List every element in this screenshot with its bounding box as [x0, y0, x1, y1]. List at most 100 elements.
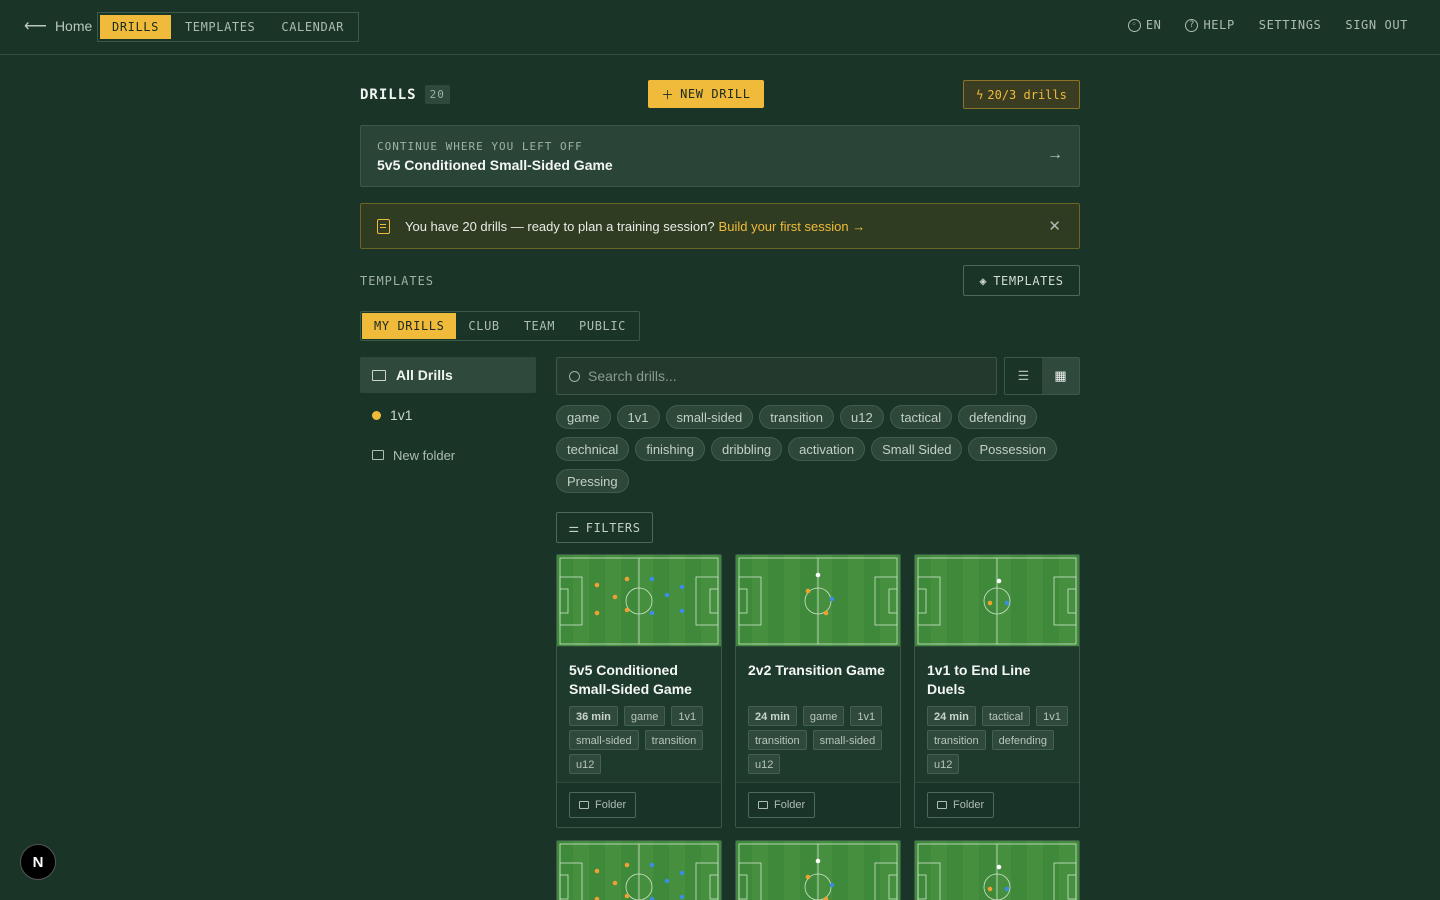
language-button[interactable]: ◦ EN: [1127, 18, 1162, 32]
filters-label: FILTERS: [585, 520, 641, 535]
drill-card[interactable]: 1v1 to End Line Duels 24 min tactical 1v1 tr…: [914, 554, 1080, 828]
drill-card[interactable]: [556, 840, 722, 900]
drill-card-tags: 24 min tactical 1v1 transition defending u12: [927, 706, 1072, 774]
continue-title: 5v5 Conditioned Small-Sided Game: [377, 157, 613, 173]
grid-view-icon[interactable]: ▦: [1042, 358, 1079, 394]
filters-button[interactable]: ⚌ FILTERS: [556, 512, 653, 543]
move-to-folder-button[interactable]: Folder: [569, 792, 637, 818]
tag-filter-chip[interactable]: dribbling: [711, 437, 783, 461]
tag-filter-chip[interactable]: transition: [759, 405, 834, 429]
next-logo-icon[interactable]: N: [20, 844, 56, 880]
main-tabs: DRILLS TEMPLATES CALENDAR: [97, 12, 359, 42]
tag-chip: tactical: [981, 706, 1031, 726]
plus-icon: ＋: [661, 87, 675, 102]
tag-chip: small-sided: [812, 730, 883, 750]
tag-filter-chip[interactable]: Pressing: [556, 469, 629, 493]
tag-chip: game: [802, 706, 845, 726]
sign-out-link[interactable]: SIGN OUT: [1345, 18, 1408, 32]
tag-filter-chip[interactable]: Small Sided: [871, 437, 963, 461]
tag-chip: u12: [927, 754, 960, 774]
drill-diagram-thumbnail: [915, 555, 1079, 647]
new-folder-button[interactable]: New folder: [360, 435, 536, 475]
sliders-icon: ⚌: [568, 520, 580, 535]
list-view-icon[interactable]: ☰: [1005, 358, 1042, 394]
move-to-folder-button[interactable]: Folder: [748, 792, 816, 818]
folder-sidebar: All Drills 1v1 New folder: [360, 357, 536, 475]
new-folder-label: New folder: [393, 447, 456, 463]
move-to-folder-button[interactable]: Folder: [927, 792, 995, 818]
page-title-text: DRILLS: [360, 86, 417, 103]
top-right-menu: ◦ EN ? HELP SETTINGS SIGN OUT: [1127, 18, 1408, 32]
templates-row: TEMPLATES ◈ TEMPLATES: [360, 265, 1080, 296]
drill-card[interactable]: [735, 840, 901, 900]
folder-icon: [579, 801, 589, 809]
drill-count-badge: 20: [424, 85, 450, 104]
help-button[interactable]: ? HELP: [1185, 18, 1234, 32]
scope-tabs: MY DRILLS CLUB TEAM PUBLIC: [360, 311, 640, 341]
drill-diagram-thumbnail: [736, 555, 900, 647]
drill-card[interactable]: 5v5 Conditioned Small-Sided Game 36 min ga…: [556, 554, 722, 828]
language-label: EN: [1145, 18, 1162, 32]
tag-filter-chip[interactable]: Possession: [968, 437, 1057, 461]
tag-chip: game: [623, 706, 666, 726]
drill-card-title: 1v1 to End Line Duels: [927, 662, 1031, 697]
tag-filter-chip[interactable]: finishing: [635, 437, 706, 461]
drill-card-title: 5v5 Conditioned Small-Sided Game: [569, 662, 692, 697]
drill-card-footer: Folder: [915, 782, 1079, 827]
folder-color-dot: [372, 410, 381, 420]
folder-1v1[interactable]: 1v1: [360, 395, 536, 435]
folder-button-label: Folder: [595, 799, 627, 811]
search-icon: [569, 370, 580, 382]
duration-chip: 36 min: [569, 706, 618, 726]
search-bar: [556, 357, 997, 395]
tab-drills[interactable]: DRILLS: [100, 15, 171, 39]
templates-button-label: TEMPLATES: [993, 273, 1064, 288]
drill-card-footer: Folder: [736, 782, 900, 827]
new-drill-button[interactable]: ＋ NEW DRILL: [648, 80, 764, 108]
build-session-link[interactable]: Build your first session →: [719, 219, 866, 234]
tab-calendar[interactable]: CALENDAR: [269, 15, 356, 39]
drill-diagram-thumbnail: [915, 841, 1079, 900]
search-input[interactable]: [588, 368, 968, 384]
tab-templates[interactable]: TEMPLATES: [173, 15, 267, 39]
tab-public[interactable]: PUBLIC: [567, 313, 638, 339]
close-icon[interactable]: ✕: [1048, 217, 1061, 235]
tag-chip: u12: [569, 754, 602, 774]
folder-button-label: Folder: [774, 799, 806, 811]
quota-label: 20/3 drills: [987, 87, 1067, 102]
tag-chip: transition: [748, 730, 807, 750]
tag-filter-chip[interactable]: activation: [788, 437, 866, 461]
continue-label: CONTINUE WHERE YOU LEFT OFF: [377, 140, 583, 153]
tag-filter-chip[interactable]: tactical: [889, 405, 953, 429]
tag-filter-chip[interactable]: defending: [958, 405, 1038, 429]
templates-button[interactable]: ◈ TEMPLATES: [963, 265, 1080, 296]
folder-all-drills[interactable]: All Drills: [360, 357, 536, 393]
tag-filter-chip[interactable]: 1v1: [616, 405, 660, 429]
drill-diagram-thumbnail: [736, 841, 900, 900]
continue-card[interactable]: CONTINUE WHERE YOU LEFT OFF 5v5 Conditio…: [360, 125, 1080, 187]
tag-chip: 1v1: [671, 706, 704, 726]
settings-link[interactable]: SETTINGS: [1259, 18, 1322, 32]
tab-club[interactable]: CLUB: [456, 313, 511, 339]
tag-chip: small-sided: [569, 730, 639, 750]
view-toggle: ☰ ▦: [1004, 357, 1080, 395]
tag-filter-chip[interactable]: technical: [556, 437, 630, 461]
tag-filter-chip[interactable]: small-sided: [665, 405, 754, 429]
tab-team[interactable]: TEAM: [512, 313, 567, 339]
drill-card-grid: 5v5 Conditioned Small-Sided Game 36 min ga…: [556, 554, 1080, 900]
folder-icon: [758, 801, 768, 809]
top-nav-bar: ⟵ Home DRILLS TEMPLATES CALENDAR ◦ EN ? …: [0, 0, 1440, 55]
tag-chip: transition: [927, 730, 986, 750]
tag-filter-chip[interactable]: u12: [840, 405, 884, 429]
home-link[interactable]: ⟵ Home: [24, 16, 92, 36]
drill-card[interactable]: 2v2 Transition Game 24 min game 1v1 transiti…: [735, 554, 901, 828]
tab-my-drills[interactable]: MY DRILLS: [362, 313, 457, 339]
session-banner: You have 20 drills — ready to plan a tra…: [360, 203, 1080, 249]
tag-chip: defending: [991, 730, 1054, 750]
drill-card-footer: Folder: [557, 782, 721, 827]
lightning-icon: ϟ: [976, 87, 984, 102]
banner-text: You have 20 drills — ready to plan a tra…: [405, 218, 715, 234]
tag-filter-chip[interactable]: game: [556, 405, 611, 429]
drill-quota-badge[interactable]: ϟ 20/3 drills: [963, 80, 1080, 109]
drill-card[interactable]: [914, 840, 1080, 900]
